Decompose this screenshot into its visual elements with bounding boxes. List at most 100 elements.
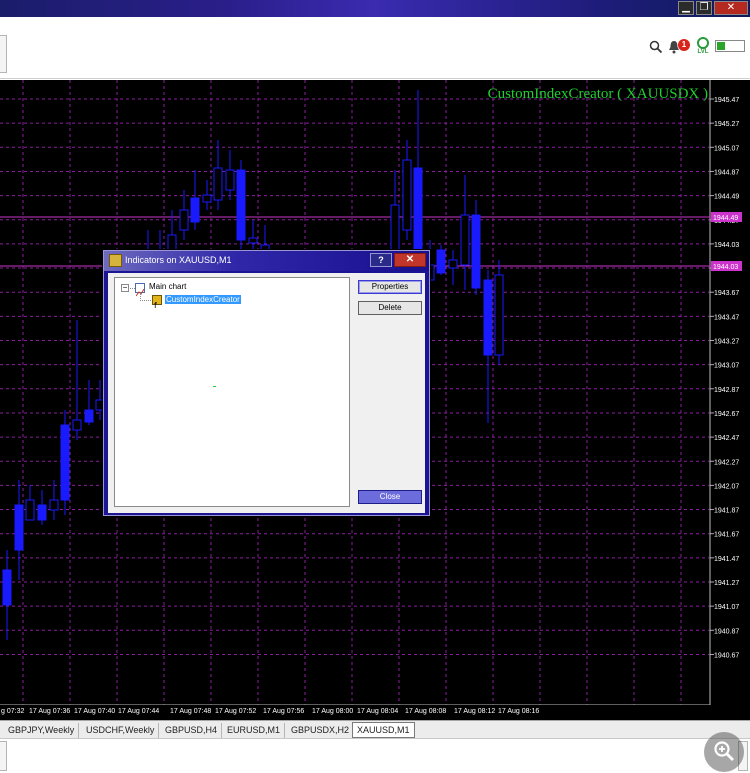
price-label: 1943.67 <box>714 290 739 297</box>
tab-usdchf-weekly[interactable]: USDCHF,Weekly <box>82 723 160 738</box>
time-label: 17 Aug 07:36 <box>29 708 71 715</box>
candle-body <box>37 504 47 521</box>
tree-item-custom-index-creator[interactable]: CustomIndexCreator <box>165 295 241 304</box>
zoom-icon <box>714 741 734 761</box>
time-label: 17 Aug 08:04 <box>357 708 399 715</box>
candle-body <box>402 159 412 231</box>
candle-body <box>494 274 504 356</box>
level-label: LVL <box>697 49 709 55</box>
terminal-window: ▁ ❐ ✕ 1 LVL 1945.47 1945.27 1945.07 1944.87… <box>0 0 750 773</box>
chart-tabs: GBPJPY,Weekly USDCHF,Weekly GBPUSD,H4 EU… <box>0 720 750 738</box>
price-level-label: 1944.03 <box>713 264 738 271</box>
candle-body <box>25 499 35 521</box>
signal-meter <box>715 40 745 52</box>
minimize-button[interactable]: ▁ <box>678 1 694 15</box>
price-label: 1942.07 <box>714 483 739 490</box>
price-label: 1941.67 <box>714 532 739 539</box>
dialog-caption[interactable]: Indicators on XAUUSD,M1 ? ✕ <box>104 251 429 271</box>
close-button[interactable]: Close <box>358 490 422 504</box>
time-label: 17 Aug 07:48 <box>170 708 212 715</box>
tab-gbpjpy-weekly[interactable]: GBPJPY,Weekly <box>4 723 80 738</box>
indicators-dialog: Indicators on XAUUSD,M1 ? ✕ − Main chart… <box>103 250 430 516</box>
candle-body <box>60 424 70 501</box>
status-area <box>0 738 750 773</box>
candle-body <box>202 194 212 203</box>
candle-body <box>84 409 94 423</box>
price-label: 1941.87 <box>714 508 739 515</box>
time-label: 17 Aug 08:08 <box>405 708 447 715</box>
price-label: 1943.27 <box>714 339 739 346</box>
time-label: 17 Aug 08:12 <box>454 708 496 715</box>
cursor-mark <box>213 386 216 387</box>
chart-icon <box>135 283 145 297</box>
price-label: 1942.27 <box>714 459 739 466</box>
collapse-toggle[interactable]: − <box>121 284 129 292</box>
search-icon[interactable] <box>649 39 665 55</box>
zoom-button[interactable] <box>704 732 744 772</box>
title-bar: ▁ ❐ ✕ <box>0 0 750 17</box>
price-label: 1944.49 <box>714 194 739 201</box>
price-label: 1941.47 <box>714 556 739 563</box>
dialog-close-x-button[interactable]: ✕ <box>394 253 426 267</box>
time-label: 17 Aug 07:44 <box>118 708 160 715</box>
candle-body <box>448 259 458 269</box>
tab-gbpusdx-h2[interactable]: GBPUSDX,H2 <box>287 723 355 738</box>
bottom-scroll-handle[interactable] <box>0 741 7 771</box>
toolbar: 1 LVL <box>0 17 750 79</box>
level-ring-icon <box>697 37 709 49</box>
price-label: 1945.47 <box>714 97 739 104</box>
price-label: 1940.67 <box>714 652 739 659</box>
time-label: 17 Aug 08:16 <box>498 708 540 715</box>
restore-button[interactable]: ❐ <box>696 1 712 15</box>
signal-meter-fill <box>717 42 726 50</box>
tab-xauusd-m1[interactable]: XAUUSD,M1 <box>352 722 415 738</box>
candle-body <box>483 279 493 356</box>
properties-button[interactable]: Properties <box>358 280 422 294</box>
window-close-button[interactable]: ✕ <box>714 1 748 15</box>
dialog-body: − Main chart f CustomIndexCreator Proper… <box>108 273 425 513</box>
candle-body <box>460 214 470 266</box>
candle-body <box>72 419 82 431</box>
time-label: 17 Aug 07:52 <box>215 708 257 715</box>
tab-eurusd-m1[interactable]: EURUSD,M1 <box>223 723 286 738</box>
notification-badge: 1 <box>678 39 690 51</box>
price-label: 1942.87 <box>714 387 739 394</box>
time-label: 17 Aug 07:40 <box>74 708 116 715</box>
time-label: 17 Aug 07:56 <box>263 708 305 715</box>
level-indicator[interactable]: LVL <box>697 37 709 56</box>
indicator-title: CustomIndexCreator ( XAUUSDX ) <box>487 86 708 102</box>
candle-body <box>190 197 200 223</box>
time-label: g 07:32 <box>1 708 25 715</box>
svg-text:f: f <box>154 301 157 309</box>
indicator-tree[interactable]: − Main chart f CustomIndexCreator <box>114 277 350 507</box>
delete-button[interactable]: Delete <box>358 301 422 315</box>
toolbar-scroll-handle[interactable] <box>0 35 7 73</box>
price-label: 1940.87 <box>714 628 739 635</box>
dialog-help-button[interactable]: ? <box>370 253 392 267</box>
dialog-title: Indicators on XAUUSD,M1 <box>125 255 232 265</box>
tab-gbpusd-h4[interactable]: GBPUSD,H4 <box>161 723 223 738</box>
candle-body <box>225 169 235 191</box>
price-label: 1943.47 <box>714 314 739 321</box>
price-label: 1942.67 <box>714 411 739 418</box>
price-label: 1942.47 <box>714 435 739 442</box>
candle-body <box>14 504 24 551</box>
candle-body <box>471 214 481 289</box>
time-axis: g 07:32 17 Aug 07:36 17 Aug 07:40 17 Aug 07… <box>0 705 712 719</box>
price-label: 1941.27 <box>714 580 739 587</box>
tree-connector <box>140 300 151 301</box>
price-label: 1944.03 <box>714 242 739 249</box>
candle-body <box>236 169 246 241</box>
candle-body <box>49 499 59 511</box>
candle-body <box>2 569 12 606</box>
price-label: 1944.87 <box>714 169 739 176</box>
price-level-label: 1944.49 <box>713 215 738 222</box>
custom-indicator-icon: f <box>152 295 162 310</box>
tree-item-main-chart[interactable]: Main chart <box>149 282 186 291</box>
price-label: 1945.07 <box>714 145 739 152</box>
candle-body <box>436 249 446 274</box>
indicator-list-icon <box>109 254 122 267</box>
candle-body <box>248 237 258 244</box>
price-label: 1943.07 <box>714 363 739 370</box>
price-label: 1941.07 <box>714 604 739 611</box>
